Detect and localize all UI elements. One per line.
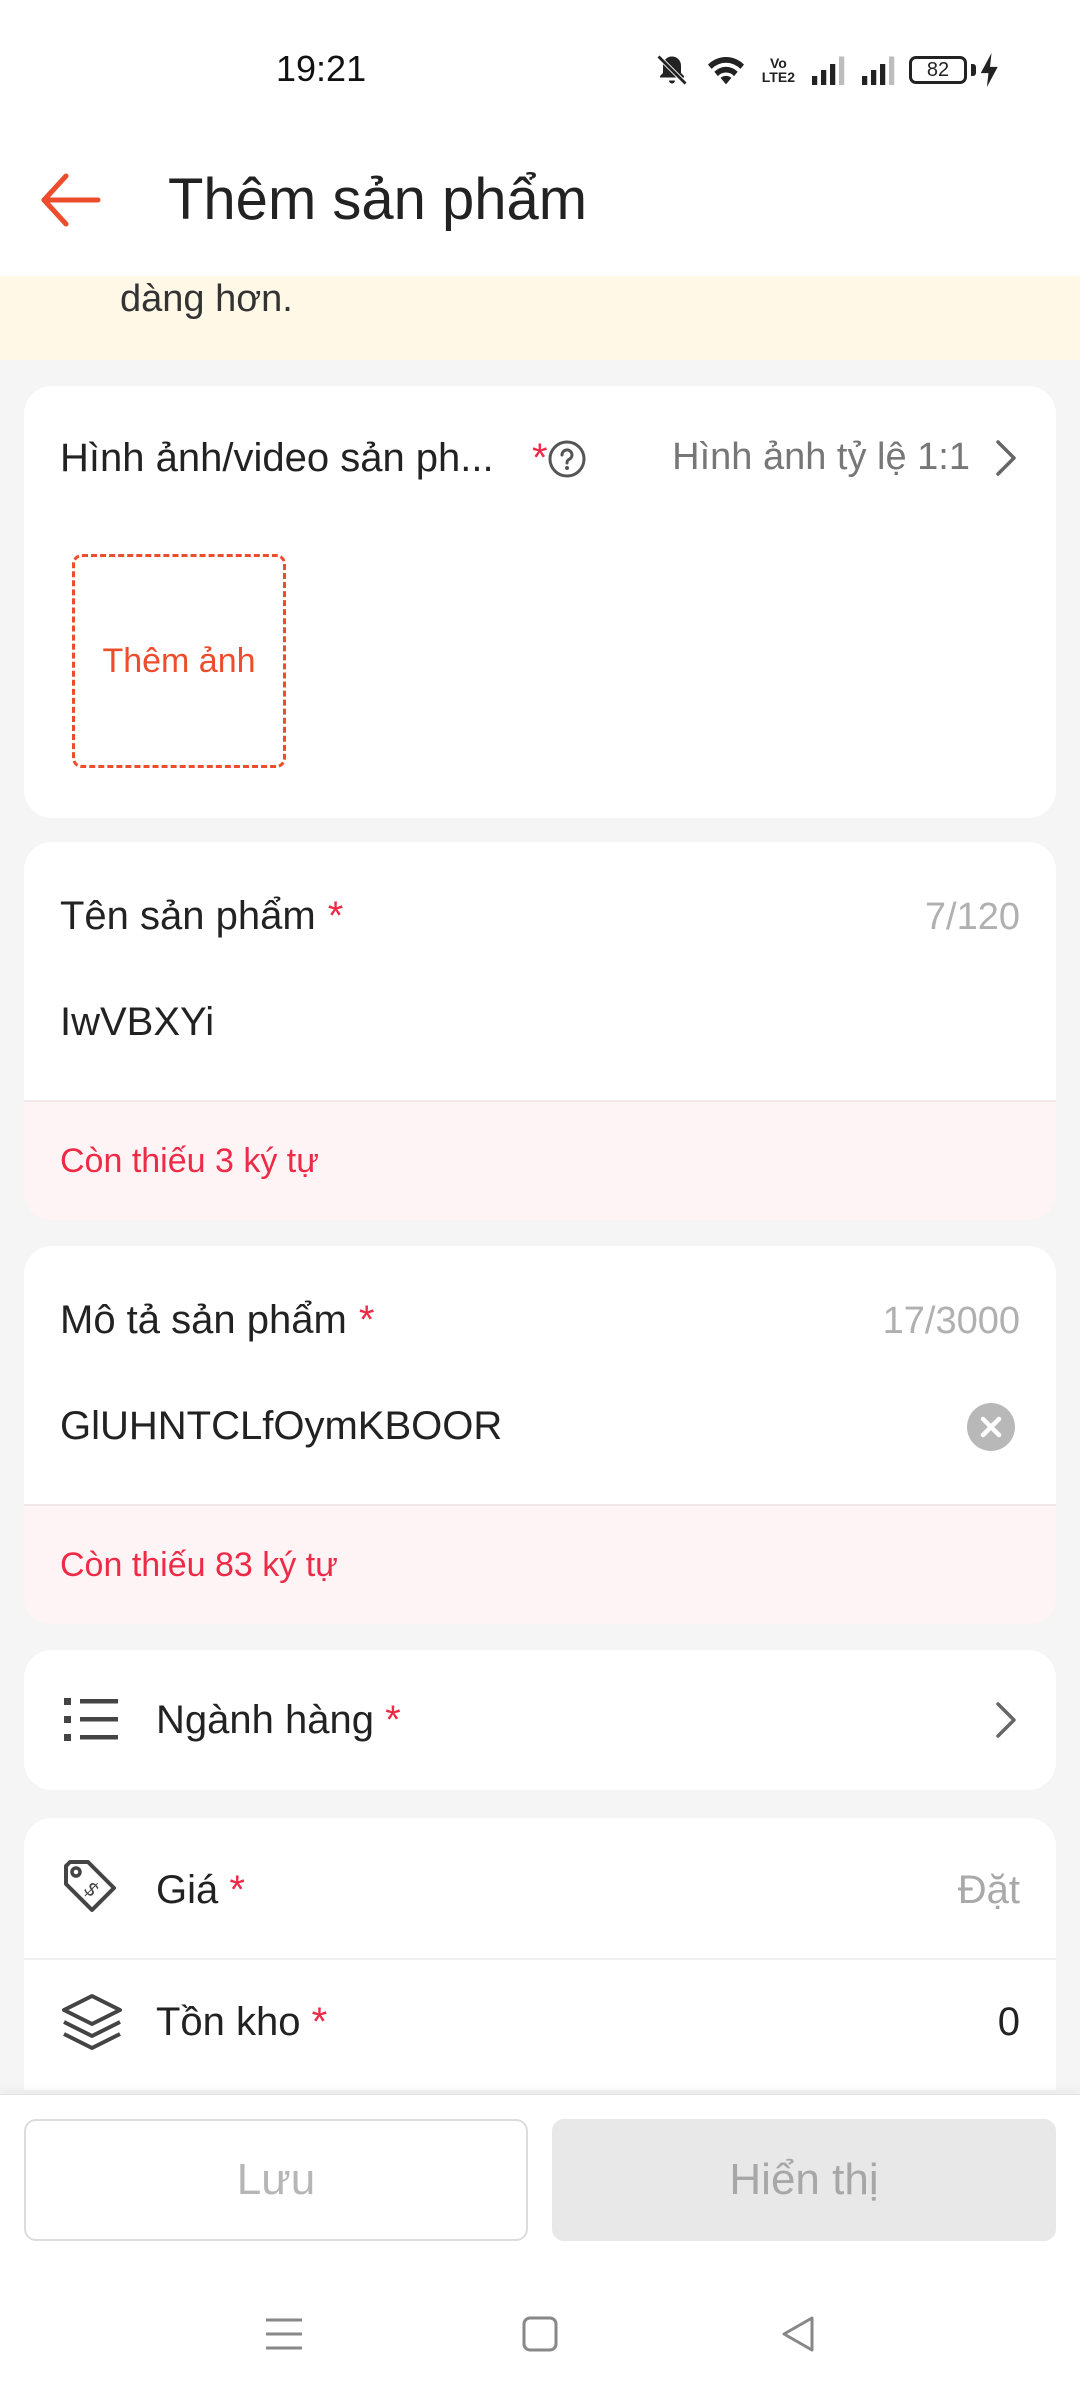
battery-level: 82 [909,56,967,84]
chevron-right-icon [996,1702,1016,1738]
battery-indicator: 82 [909,53,1000,87]
add-photo-button[interactable]: Thêm ảnh [72,554,286,768]
stock-row[interactable]: Tồn kho * 0 [24,1960,1056,2090]
ratio-text[interactable]: Hình ảnh tỷ lệ 1:1 [672,436,970,479]
signal-1-icon [812,56,845,85]
media-label: Hình ảnh/video sản ph... [60,436,494,480]
price-stock-card: $ Giá * Đặt Tồn kho * 0 [24,1818,1056,2090]
signal-2-icon [862,56,895,85]
bottom-action-bar: Lưu Hiển thị [0,2094,1080,2275]
volte-icon: Vo LTE2 [761,55,795,85]
product-description-input[interactable]: GlUHNTCLfOymKBOOR [60,1404,502,1449]
stock-label-group: Tồn kho * [156,2000,327,2045]
product-description-required-mark: * [358,1298,375,1342]
notice-banner: dàng hơn. [0,276,1080,360]
app-bar: Thêm sản phẩm [0,140,1080,276]
status-bar: 19:21 Vo LTE2 82 [0,0,1080,140]
charging-icon [980,53,998,87]
product-name-card: Tên sản phẩm * 7/120 IwVBXYi Còn thiếu 3… [24,842,1056,1220]
product-name-error: Còn thiếu 3 ký tự [60,1142,320,1180]
status-icons: Vo LTE2 82 [654,48,1000,92]
status-time: 19:21 [276,48,367,89]
category-label: Ngành hàng [156,1698,374,1742]
home-icon[interactable] [518,2312,562,2356]
product-description-card: Mô tả sản phẩm * 17/3000 GlUHNTCLfOymKBO… [24,1246,1056,1624]
product-description-counter: 17/3000 [882,1300,1020,1342]
bell-muted-icon [656,54,687,86]
media-card: Hình ảnh/video sản ph... * Hình ảnh tỷ l… [24,386,1056,818]
category-required-mark: * [385,1698,401,1742]
wifi-icon [707,57,744,85]
volte-label: LTE2 [761,69,795,85]
price-row[interactable]: $ Giá * Đặt [24,1818,1056,1958]
category-label-group: Ngành hàng * [156,1698,401,1743]
product-name-required-mark: * [327,894,344,938]
help-icon[interactable] [546,438,588,480]
back-triangle-icon[interactable] [776,2312,820,2356]
category-row[interactable]: Ngành hàng * [24,1650,1056,1790]
product-name-input[interactable]: IwVBXYi [60,1000,214,1045]
notice-text: dàng hơn. [120,278,293,320]
price-required-mark: * [229,1868,245,1912]
chevron-right-icon[interactable] [984,434,1026,482]
stock-input[interactable]: 0 [998,2000,1020,2045]
price-tag-icon: $ [64,1860,116,1912]
product-description-error-row: Còn thiếu 83 ký tự [24,1504,1056,1624]
price-input[interactable]: Đặt [958,1868,1020,1913]
back-arrow-icon[interactable] [36,164,108,236]
save-button[interactable]: Lưu [24,2119,528,2241]
product-name-error-row: Còn thiếu 3 ký tự [24,1100,1056,1220]
product-name-header: Tên sản phẩm * [60,894,343,939]
product-description-error: Còn thiếu 83 ký tự [60,1546,338,1584]
stock-label: Tồn kho [156,2000,301,2044]
product-name-label: Tên sản phẩm [60,894,316,938]
show-button[interactable]: Hiển thị [552,2119,1056,2241]
stock-required-mark: * [311,2000,328,2044]
system-nav-bar [0,2274,1080,2400]
page-title: Thêm sản phẩm [168,167,588,232]
price-label: Giá [156,1868,219,1912]
menu-icon[interactable] [262,2312,306,2356]
price-label-group: Giá * [156,1868,245,1913]
product-description-header: Mô tả sản phẩm * [60,1298,374,1343]
product-name-counter: 7/120 [924,896,1020,938]
layers-icon [62,1994,122,2050]
list-icon [64,1698,118,1741]
product-description-label: Mô tả sản phẩm [60,1298,347,1342]
clear-icon[interactable] [966,1402,1016,1452]
